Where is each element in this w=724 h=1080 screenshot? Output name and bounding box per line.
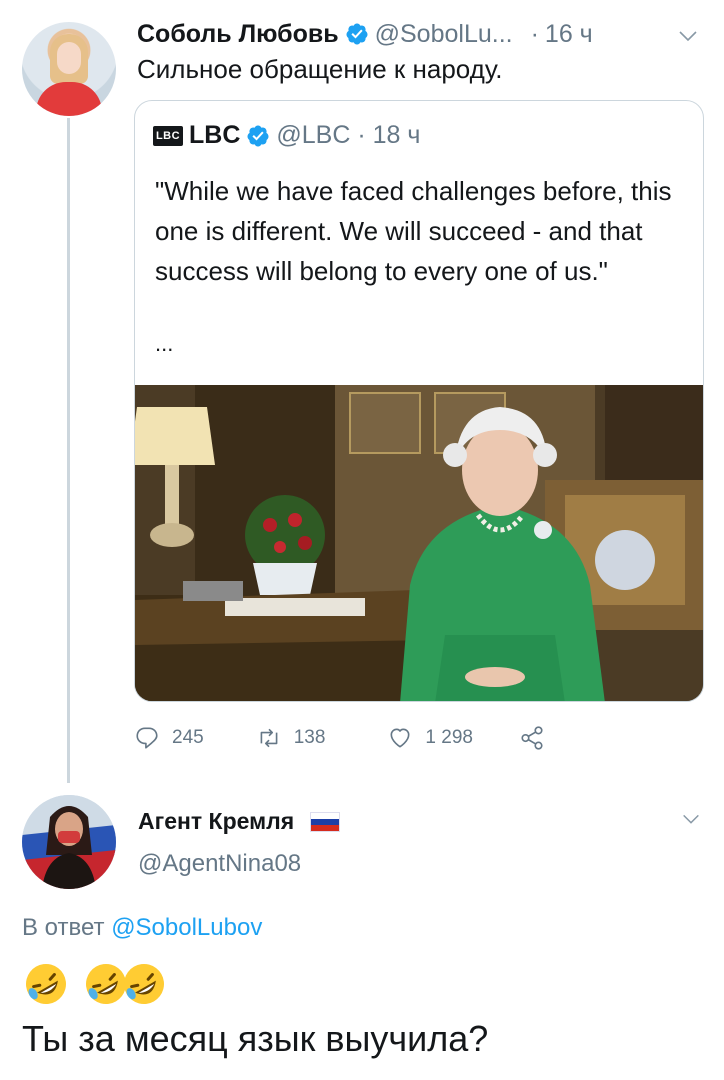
replying-to: В ответ @SobolLubov [22,914,262,942]
rolling-on-floor-laughing-icon [124,964,164,1004]
tweet-header: Соболь Любовь @SobolLu... · 16 ч [137,16,593,52]
retweet-count: 138 [293,727,326,748]
reply-icon [136,727,158,749]
retweet-button[interactable]: 138 [256,725,326,751]
retweet-icon [260,728,278,748]
chevron-down-icon[interactable] [680,808,702,830]
rolling-on-floor-laughing-icon [26,964,66,1004]
avatar-sobol[interactable] [22,22,116,116]
reply-to-link[interactable]: @SobolLubov [111,914,262,941]
heart-icon [390,728,410,748]
verified-badge-icon [346,23,368,45]
like-count: 1 298 [425,727,473,748]
chevron-down-icon[interactable] [676,24,700,48]
russian-flag-icon [310,811,341,832]
quoted-header: LBC LBC @LBC · 18 ч [153,121,420,150]
share-button[interactable] [519,725,557,751]
reply-prefix: В ответ [22,914,105,941]
reply-text: Ты за месяц язык выучила? [22,1018,489,1059]
reply-author-row: Агент Кремля [138,808,341,835]
share-icon [521,726,543,750]
time-separator: · [530,19,539,48]
like-button[interactable]: 1 298 [387,725,473,751]
quoted-text: "While we have faced challenges before, … [155,176,672,286]
tweet-actions: 245 138 1 298 [134,722,557,754]
reply-author-handle[interactable]: @AgentNina08 [138,850,301,878]
author-handle[interactable]: @SobolLu... [375,20,513,49]
lbc-logo-icon: LBC [153,125,183,146]
reply-button[interactable]: 245 [134,725,204,751]
quoted-ellipsis: ... [155,331,174,356]
reply-count: 245 [172,727,204,748]
tweet-time[interactable]: 16 ч [545,20,593,49]
queen-speech-photo [135,385,703,701]
thread-connector-line [67,118,70,783]
author-name[interactable]: Соболь Любовь [137,20,339,49]
quoted-media-image[interactable] [135,385,703,701]
quoted-author-name: LBC [189,121,241,149]
emoji-row [22,960,174,1008]
quoted-tweet[interactable]: LBC LBC @LBC · 18 ч "While we have faced… [134,100,704,702]
quoted-handle-time: @LBC · 18 ч [276,121,421,149]
avatar-agent-nina[interactable] [22,795,116,889]
tweet-text: Сильное обращение к народу. [137,54,503,84]
verified-badge-icon [247,125,269,146]
reply-author-name[interactable]: Агент Кремля [138,808,294,835]
